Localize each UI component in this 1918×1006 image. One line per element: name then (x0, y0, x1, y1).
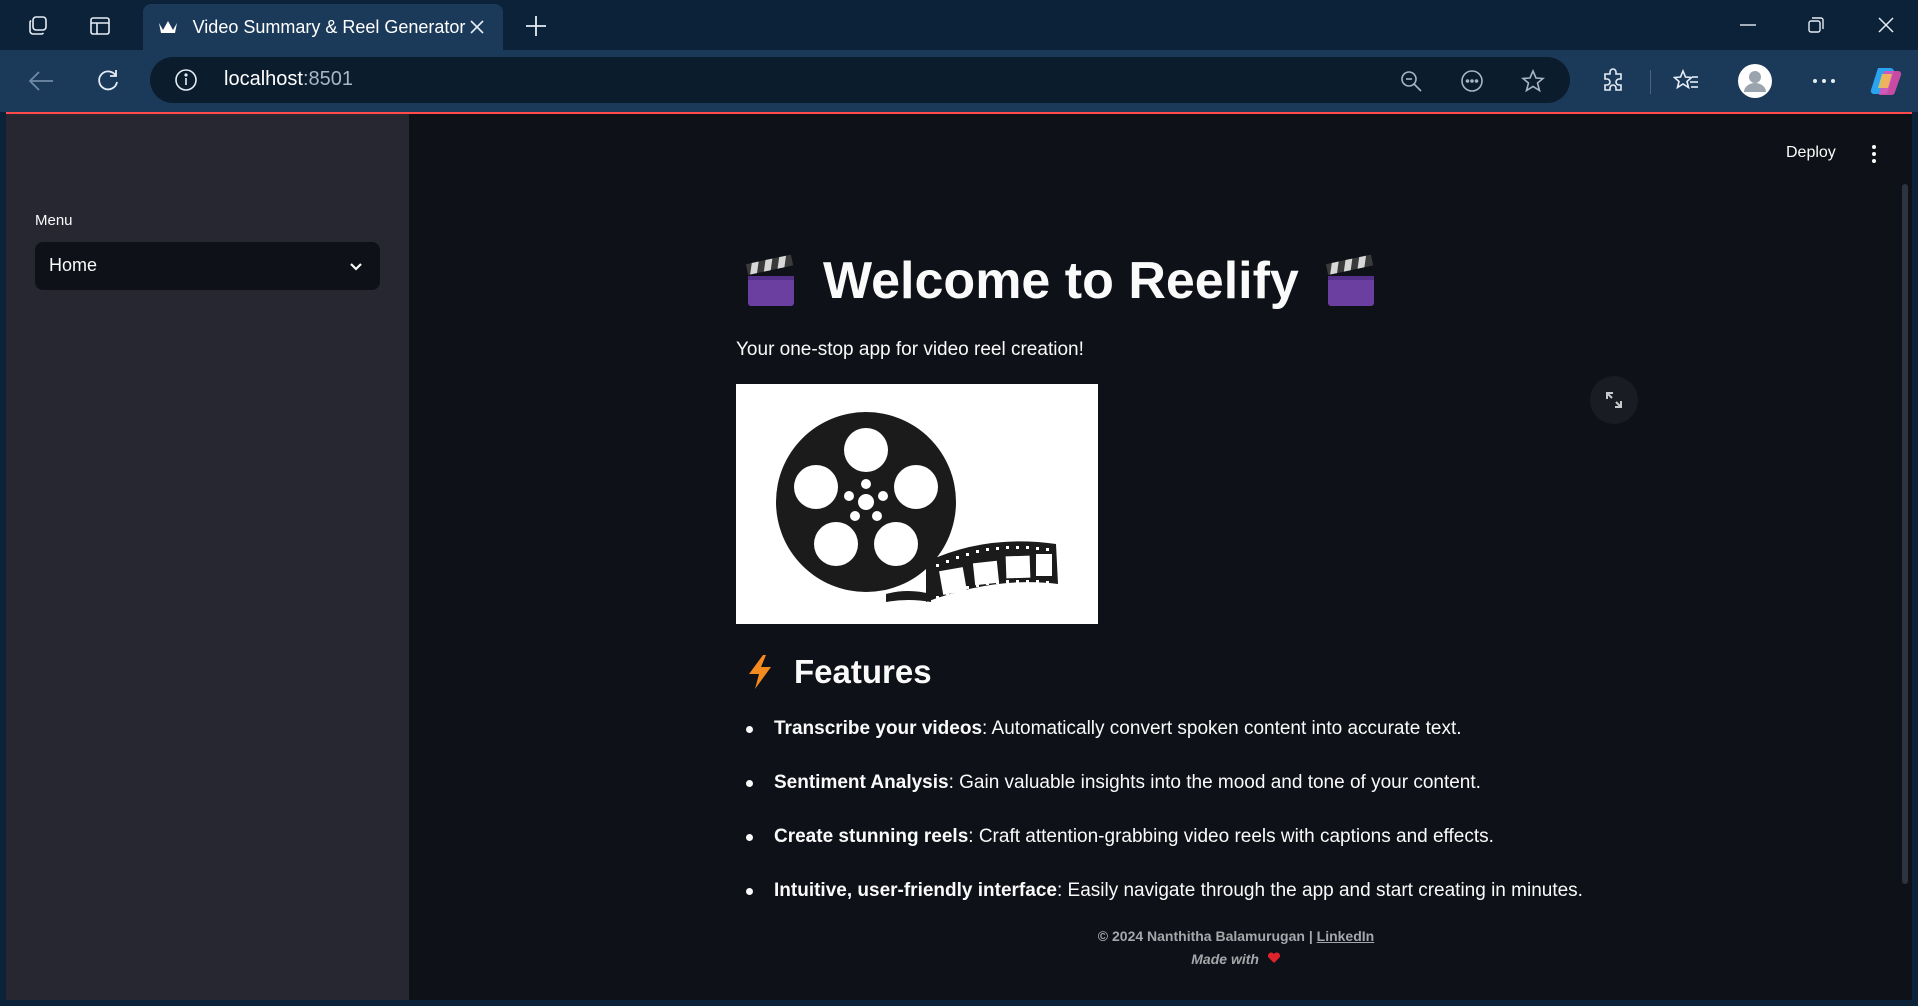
url-host: localhost (224, 68, 303, 90)
footer-credit: © 2024 Nanthitha Balamurugan | LinkedIn (736, 925, 1736, 948)
read-aloud-icon[interactable] (1459, 68, 1485, 94)
list-item: Intuitive, user-friendly interface: Easi… (736, 864, 1736, 918)
film-reel-image (736, 384, 1098, 624)
toolbar-divider (1650, 70, 1651, 94)
url-text[interactable]: localhost:8501 (224, 68, 353, 91)
bullet (746, 780, 753, 787)
expand-icon (1606, 392, 1622, 408)
fullscreen-expand-button[interactable] (1590, 376, 1638, 424)
tab-title: Video Summary & Reel Generator (192, 16, 466, 37)
clapper-icon (745, 254, 797, 308)
refresh-icon[interactable] (91, 64, 125, 98)
features-heading-text: Features (794, 653, 932, 690)
bullet (746, 726, 753, 733)
minimize-icon[interactable] (1728, 10, 1768, 40)
more-icon[interactable] (1807, 64, 1841, 98)
heart-icon (1267, 951, 1281, 967)
page-title-text: Welcome to Reelify (823, 252, 1299, 310)
page-title: Welcome to Reelify (745, 246, 1377, 316)
back-icon[interactable] (24, 64, 58, 98)
feature-text: : Gain valuable insights into the mood a… (948, 772, 1481, 793)
feature-title: Intuitive, user-friendly interface (774, 880, 1057, 901)
features-list: Transcribe your videos: Automatically co… (736, 702, 1736, 918)
tab-actions-icon[interactable] (86, 12, 114, 40)
subtitle: Your one-stop app for video reel creatio… (736, 339, 1084, 360)
linkedin-link[interactable]: LinkedIn (1317, 928, 1375, 944)
browser-tab-bar: Video Summary & Reel Generator (0, 0, 1918, 50)
made-with: Made with (736, 948, 1736, 971)
close-tab-icon[interactable] (465, 15, 489, 39)
extensions-icon[interactable] (1596, 64, 1630, 98)
browser-toolbar: localhost:8501 (0, 50, 1918, 112)
new-tab-button[interactable] (520, 10, 552, 42)
feature-text: : Easily navigate through the app and st… (1056, 880, 1583, 901)
url-port: :8501 (302, 68, 353, 90)
favorites-icon[interactable] (1669, 64, 1703, 98)
address-bar[interactable]: localhost:8501 (150, 57, 1570, 103)
info-icon[interactable] (174, 68, 198, 92)
bullet (746, 888, 753, 895)
list-item: Create stunning reels: Craft attention-g… (736, 810, 1736, 864)
lightning-icon (746, 654, 774, 690)
features-heading: Features (746, 650, 932, 694)
profile-icon[interactable] (1738, 64, 1772, 98)
main-content: Welcome to Reelify Your one-stop app for… (6, 114, 1912, 1000)
copilot-icon[interactable] (1869, 64, 1903, 98)
feature-title: Sentiment Analysis (774, 772, 949, 793)
workspaces-icon[interactable] (24, 12, 52, 40)
restore-icon[interactable] (1796, 10, 1836, 40)
footer: © 2024 Nanthitha Balamurugan | LinkedIn … (736, 925, 1736, 971)
bullet (746, 834, 753, 841)
app-viewport: Menu Home Deploy Welcome to Reelify Your… (6, 112, 1912, 1000)
made-with-text: Made with (1191, 951, 1259, 967)
star-icon[interactable] (1520, 68, 1546, 94)
close-window-icon[interactable] (1866, 10, 1906, 40)
feature-title: Transcribe your videos (774, 718, 983, 739)
clapper-icon (1325, 254, 1377, 308)
crown-favicon-icon (157, 16, 179, 38)
feature-title: Create stunning reels (774, 826, 969, 847)
feature-text: : Craft attention-grabbing video reels w… (968, 826, 1494, 847)
list-item: Sentiment Analysis: Gain valuable insigh… (736, 756, 1736, 810)
feature-text: : Automatically convert spoken content i… (982, 718, 1462, 739)
zoom-out-icon[interactable] (1398, 68, 1424, 94)
list-item: Transcribe your videos: Automatically co… (736, 702, 1736, 756)
copyright-text: © 2024 Nanthitha Balamurugan | (1097, 928, 1317, 944)
active-tab[interactable]: Video Summary & Reel Generator (143, 4, 503, 50)
film-reel-icon (776, 412, 1058, 602)
